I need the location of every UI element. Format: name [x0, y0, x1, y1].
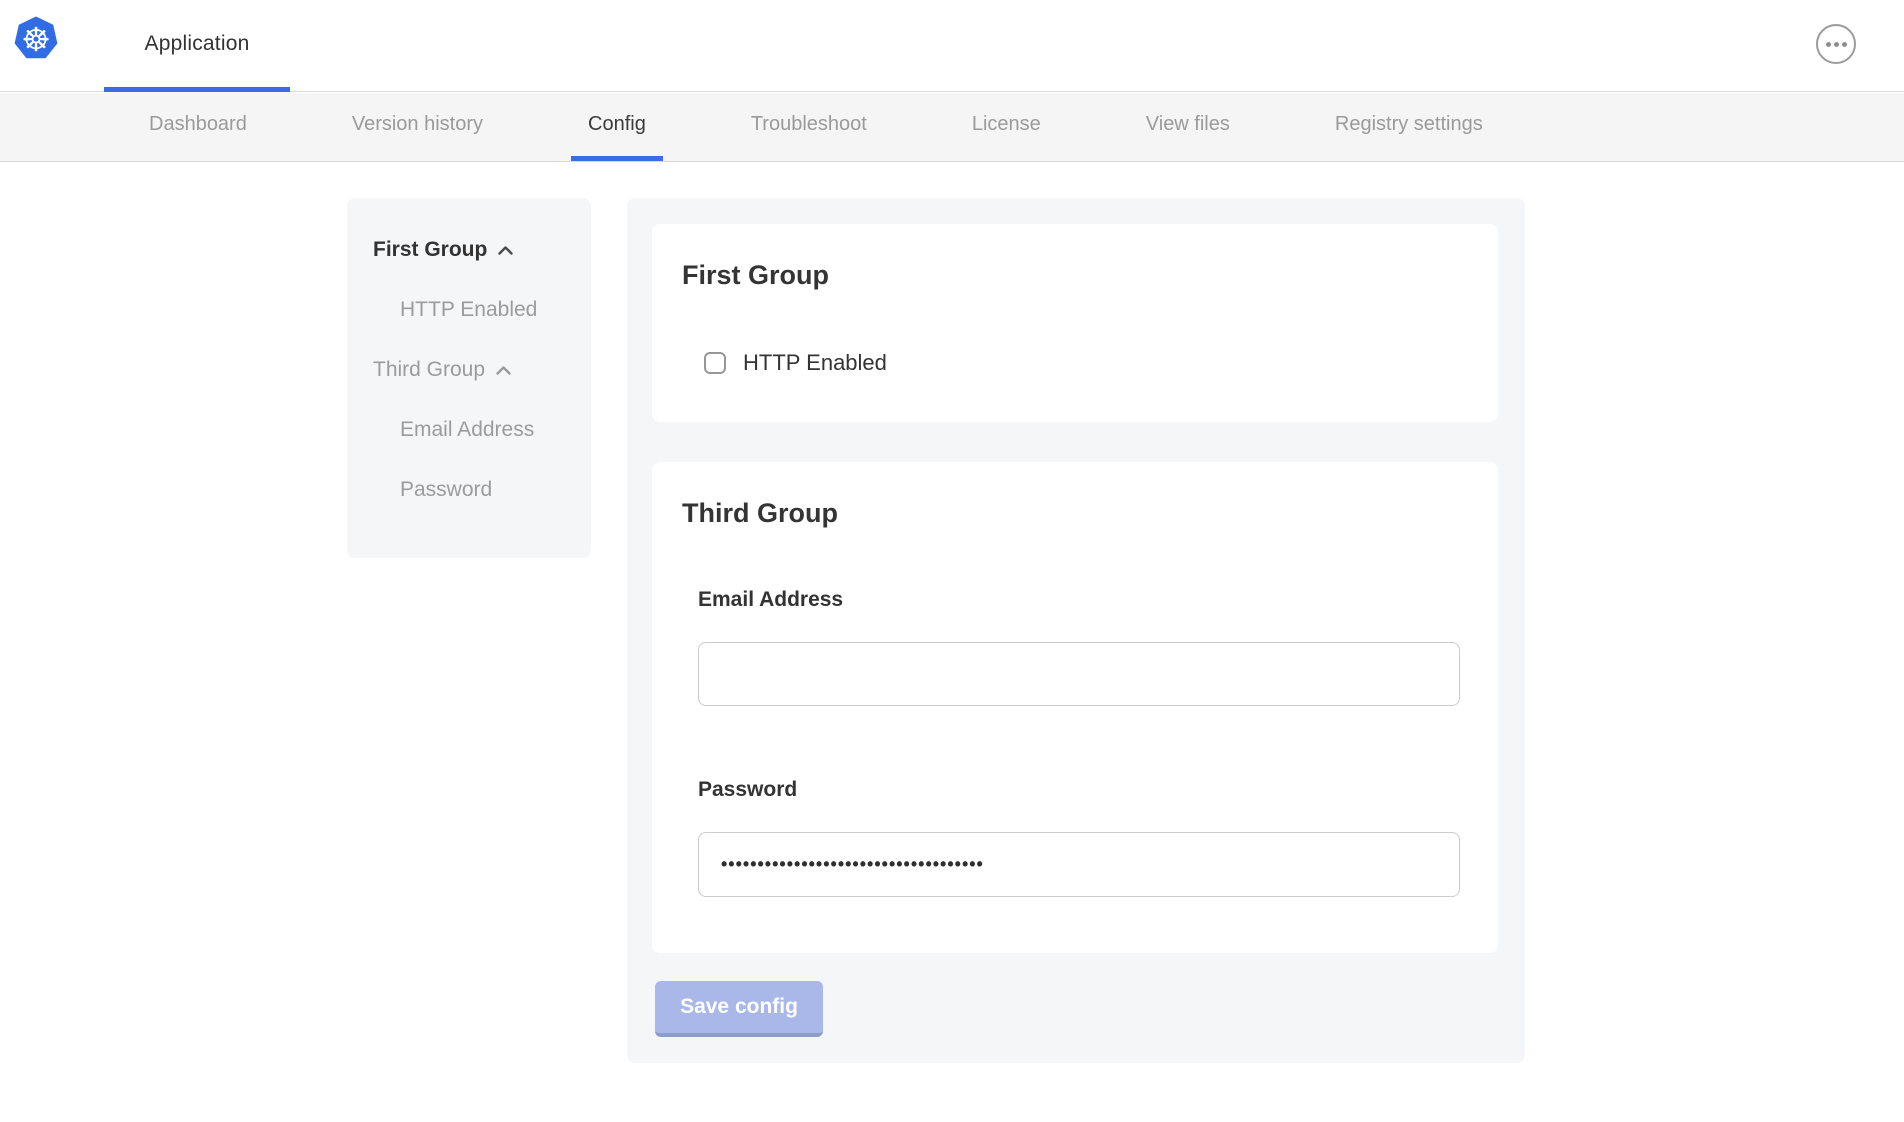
chevron-up-icon [495, 365, 512, 376]
sidebar-item-label: First Group [373, 238, 487, 262]
http-enabled-checkbox-row[interactable]: HTTP Enabled [704, 350, 887, 376]
tab-license[interactable]: License [955, 93, 1058, 161]
svg-text:☸: ☸ [21, 21, 51, 58]
admin-console-page: ☸ Application Dashboard Version history … [0, 0, 1904, 1122]
config-panel: First Group HTTP Enabled Third Group Ema… [627, 198, 1525, 1063]
sidebar-item-label: Password [400, 478, 492, 502]
chevron-up-icon [497, 245, 514, 256]
save-config-button[interactable]: Save config [655, 981, 823, 1037]
http-enabled-checkbox[interactable] [704, 352, 726, 374]
nav-tab-bar: Dashboard Version history Config Trouble… [0, 93, 1904, 162]
sidebar-item-label: HTTP Enabled [400, 298, 537, 322]
sidebar-item-label: Third Group [373, 358, 485, 382]
sidebar-item-first-group[interactable]: First Group [347, 220, 591, 280]
password-label: Password [698, 778, 797, 802]
application-tab[interactable]: Application [104, 0, 290, 92]
email-address-input[interactable] [698, 642, 1460, 706]
tab-version-history[interactable]: Version history [335, 93, 500, 161]
tab-troubleshoot[interactable]: Troubleshoot [734, 93, 884, 161]
ellipsis-dot-icon [1842, 42, 1847, 47]
sidebar-item-password[interactable]: Password [347, 460, 591, 520]
sidebar-item-http-enabled[interactable]: HTTP Enabled [347, 280, 591, 340]
tab-view-files[interactable]: View files [1129, 93, 1247, 161]
ellipsis-dot-icon [1826, 42, 1831, 47]
ellipsis-menu-button[interactable] [1816, 24, 1856, 64]
sidebar-item-third-group[interactable]: Third Group [347, 340, 591, 400]
tab-dashboard[interactable]: Dashboard [132, 93, 264, 161]
tab-registry-settings[interactable]: Registry settings [1318, 93, 1500, 161]
top-header: ☸ Application [0, 0, 1904, 92]
email-address-label: Email Address [698, 588, 843, 612]
sidebar-item-label: Email Address [400, 418, 534, 442]
first-group-card: First Group HTTP Enabled [652, 224, 1498, 422]
sidebar-item-email-address[interactable]: Email Address [347, 400, 591, 460]
ellipsis-dot-icon [1834, 42, 1839, 47]
tab-config[interactable]: Config [571, 93, 663, 161]
group-title: First Group [682, 260, 829, 291]
config-groups-sidebar: First Group HTTP Enabled Third Group Ema… [347, 198, 591, 558]
group-title: Third Group [682, 498, 838, 529]
kubernetes-logo-icon: ☸ [14, 15, 58, 62]
third-group-card: Third Group Email Address Password [652, 462, 1498, 953]
password-input[interactable] [698, 832, 1460, 897]
checkbox-label: HTTP Enabled [743, 350, 887, 376]
